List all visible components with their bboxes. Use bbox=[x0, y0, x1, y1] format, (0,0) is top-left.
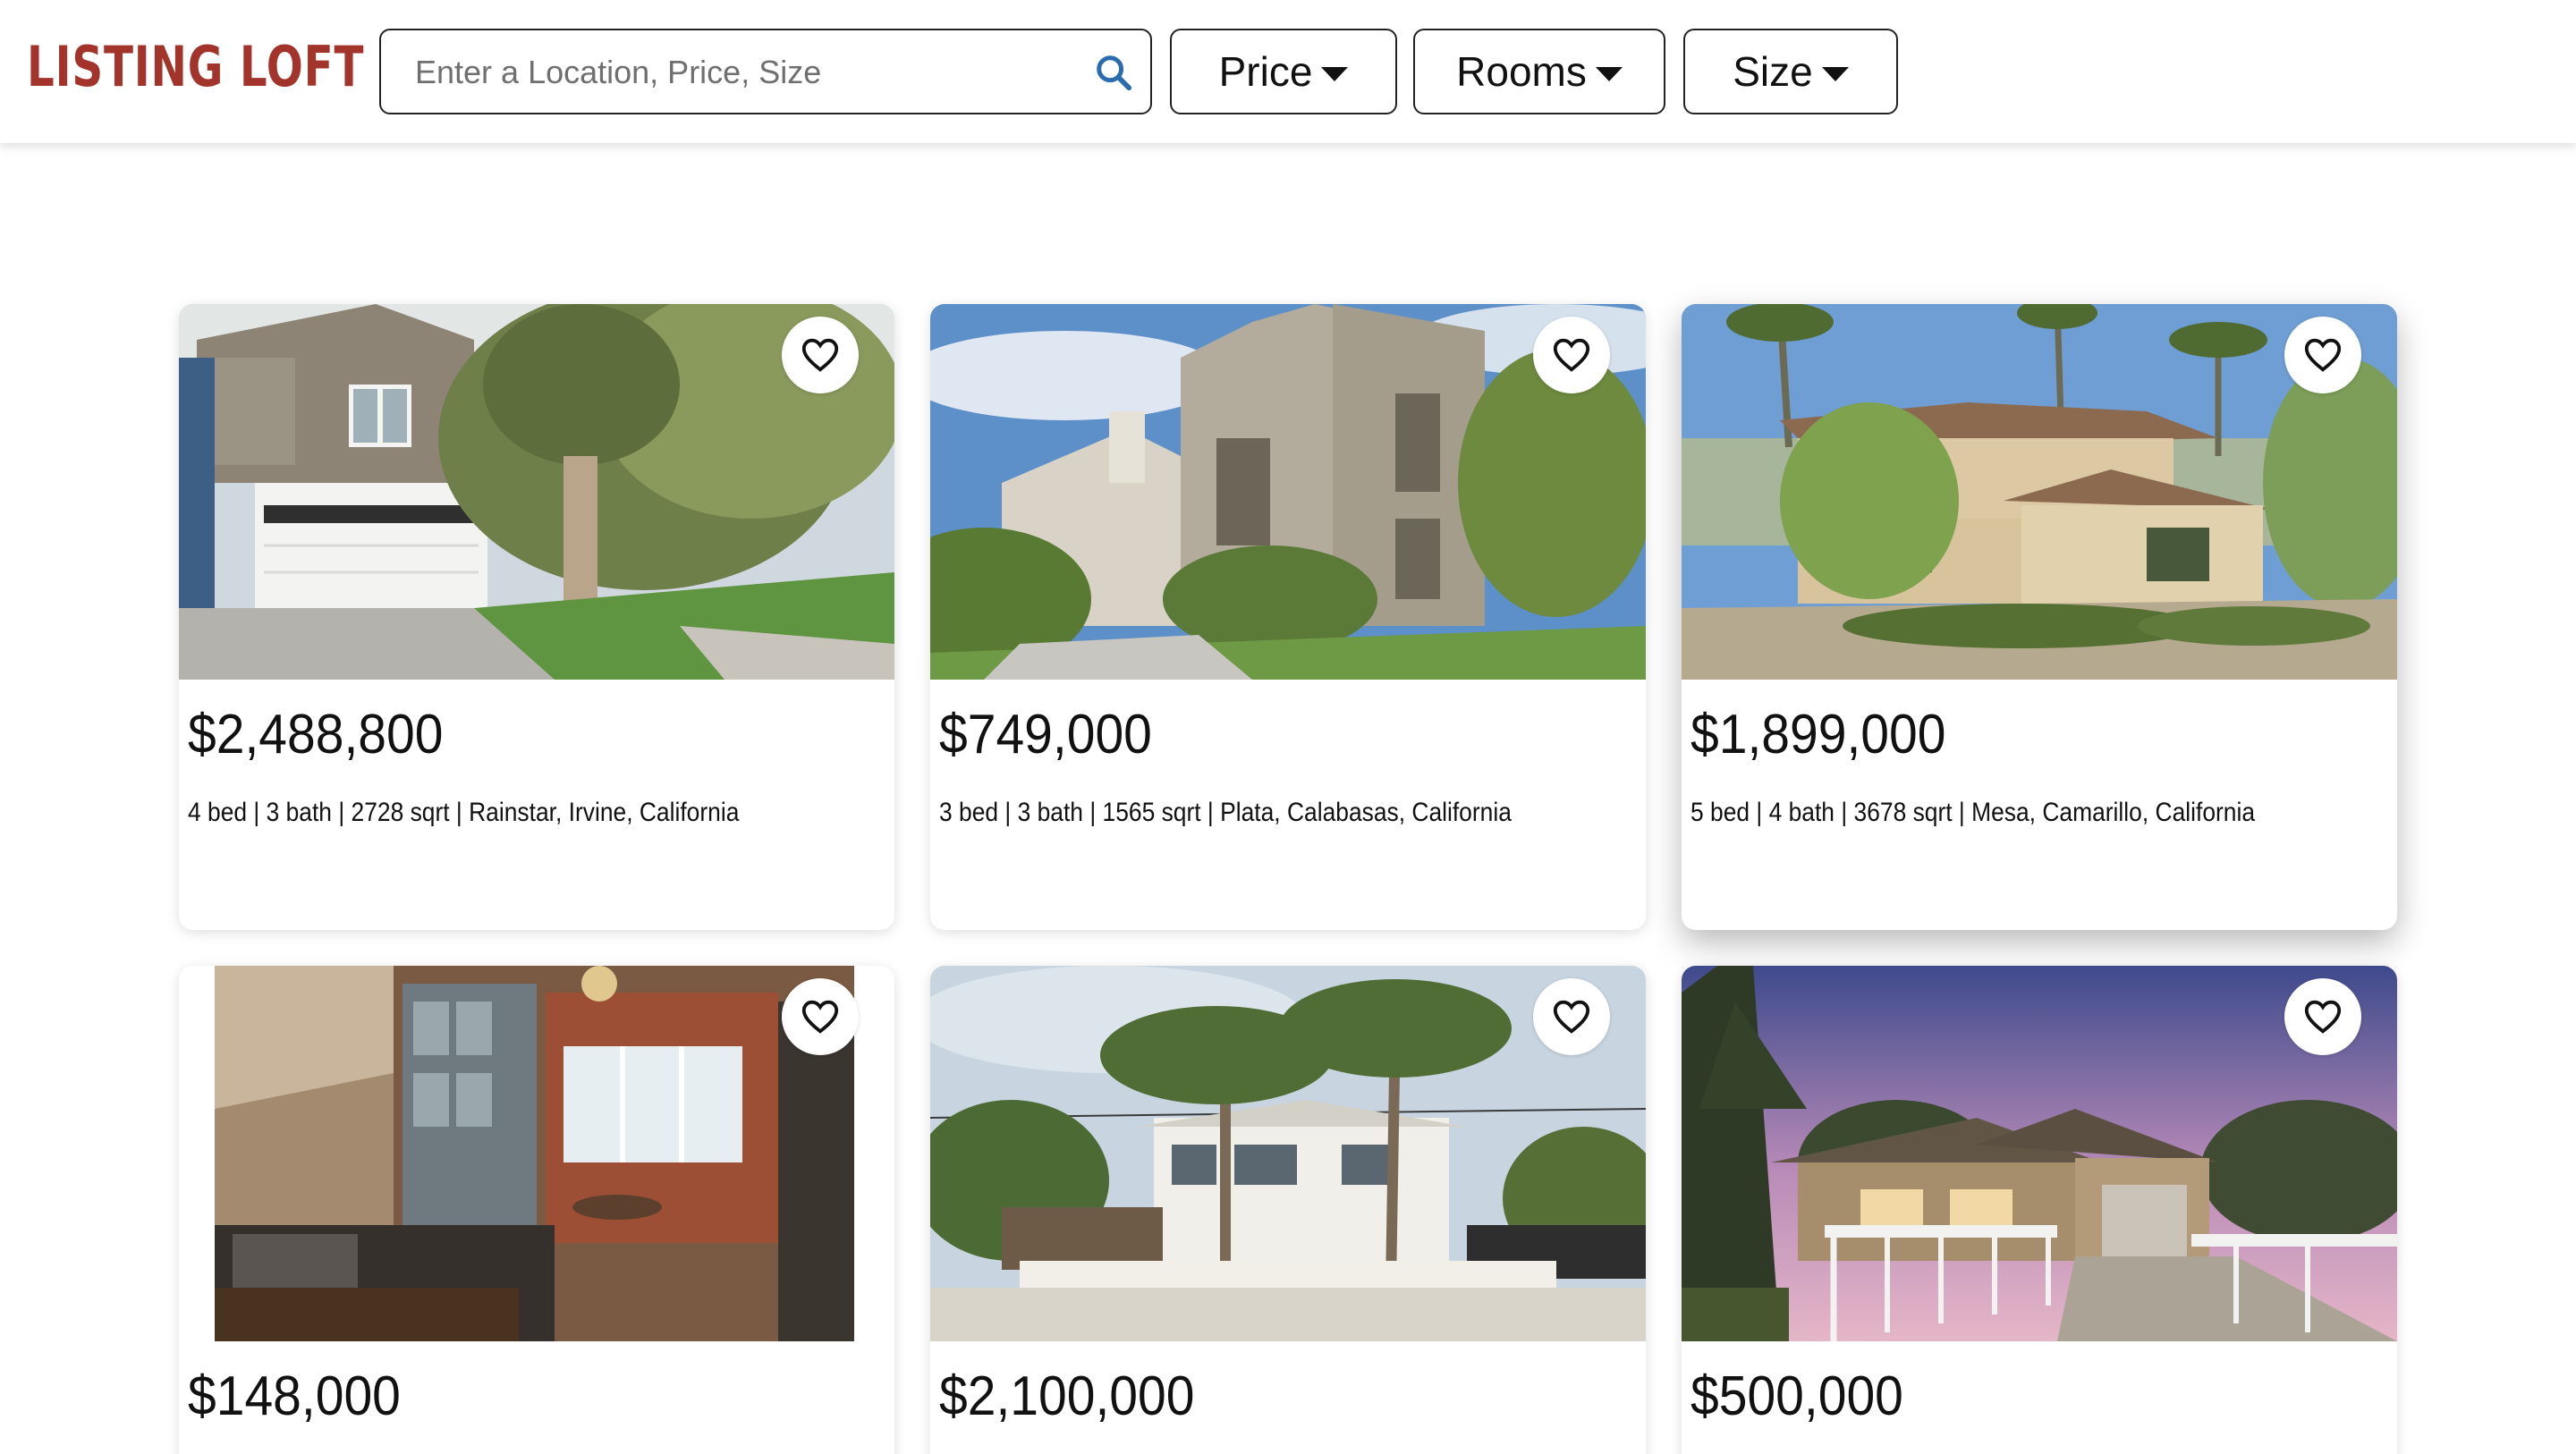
favorite-button[interactable] bbox=[2284, 317, 2361, 393]
heart-outline-icon bbox=[801, 1000, 839, 1034]
search-box[interactable] bbox=[379, 29, 1152, 114]
listing-price: $749,000 bbox=[939, 704, 1152, 765]
listing-card[interactable]: $749,000 3 bed | 3 bath | 1565 sqrt | Pl… bbox=[930, 304, 1646, 930]
rooms-filter-label: Rooms bbox=[1456, 48, 1587, 95]
listing-price: $2,488,800 bbox=[188, 704, 444, 765]
listing-details: 4 bed | 3 bath | 2728 sqrt | Rainstar, I… bbox=[188, 798, 740, 827]
listing-photo[interactable] bbox=[930, 304, 1646, 680]
favorite-button[interactable] bbox=[1533, 317, 1610, 393]
listing-price: $148,000 bbox=[188, 1365, 401, 1427]
caret-down-icon bbox=[1595, 67, 1623, 81]
heart-outline-icon bbox=[1553, 338, 1590, 372]
listing-photo[interactable] bbox=[1682, 966, 2397, 1341]
top-nav-bar: LISTING LOFT Price Rooms Size bbox=[0, 0, 2576, 143]
listing-card[interactable]: $1,899,000 5 bed | 4 bath | 3678 sqrt | … bbox=[1682, 304, 2397, 930]
heart-outline-icon bbox=[2304, 1000, 2342, 1034]
listing-price: $500,000 bbox=[1690, 1365, 1903, 1427]
listing-card[interactable]: $500,000 bbox=[1682, 966, 2397, 1454]
listing-details: 3 bed | 3 bath | 1565 sqrt | Plata, Cala… bbox=[939, 798, 1512, 827]
caret-down-icon bbox=[1821, 67, 1849, 81]
price-filter-label: Price bbox=[1218, 48, 1313, 95]
size-filter-button[interactable]: Size bbox=[1683, 29, 1898, 114]
size-filter-label: Size bbox=[1733, 48, 1813, 95]
site-logo[interactable]: LISTING LOFT bbox=[27, 34, 364, 99]
favorite-button[interactable] bbox=[782, 317, 859, 393]
search-icon[interactable] bbox=[1093, 52, 1134, 93]
favorite-button[interactable] bbox=[1533, 978, 1610, 1055]
heart-outline-icon bbox=[801, 338, 839, 372]
listing-photo[interactable] bbox=[179, 304, 894, 680]
listing-photo[interactable] bbox=[930, 966, 1646, 1341]
listing-details: 5 bed | 4 bath | 3678 sqrt | Mesa, Camar… bbox=[1690, 798, 2256, 827]
listing-price: $2,100,000 bbox=[939, 1365, 1195, 1427]
listing-card[interactable]: $2,488,800 4 bed | 3 bath | 2728 sqrt | … bbox=[179, 304, 894, 930]
caret-down-icon bbox=[1321, 67, 1349, 81]
listing-photo[interactable] bbox=[179, 966, 894, 1341]
listing-card[interactable]: $2,100,000 bbox=[930, 966, 1646, 1454]
favorite-button[interactable] bbox=[782, 978, 859, 1055]
listing-price: $1,899,000 bbox=[1690, 704, 1946, 765]
rooms-filter-button[interactable]: Rooms bbox=[1413, 29, 1665, 114]
favorite-button[interactable] bbox=[2284, 978, 2361, 1055]
listing-photo[interactable] bbox=[1682, 304, 2397, 680]
search-input[interactable] bbox=[415, 50, 1059, 95]
heart-outline-icon bbox=[2304, 338, 2342, 372]
heart-outline-icon bbox=[1553, 1000, 1590, 1034]
price-filter-button[interactable]: Price bbox=[1170, 29, 1397, 114]
listing-card[interactable]: $148,000 bbox=[179, 966, 894, 1454]
